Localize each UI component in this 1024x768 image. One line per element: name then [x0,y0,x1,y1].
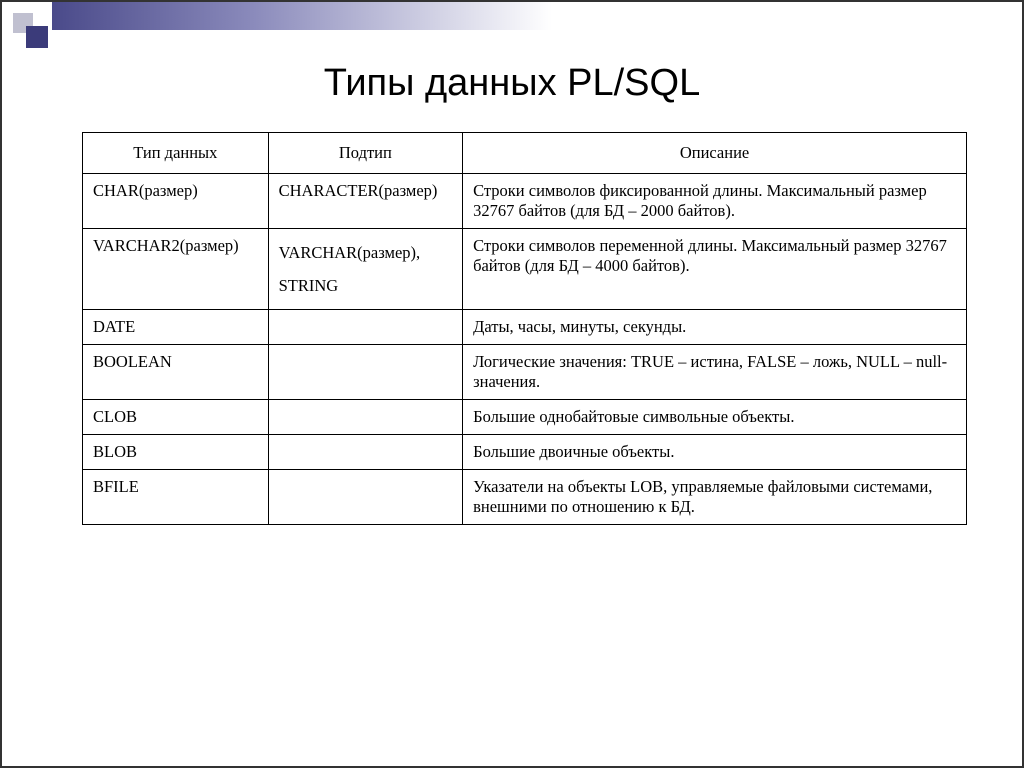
header-type: Тип данных [83,133,269,174]
table-row: CLOB Большие однобайтовые символьные объ… [83,400,967,435]
cell-type: BLOB [83,435,269,470]
table-row: VARCHAR2(размер) VARCHAR(размер), STRING… [83,229,967,310]
cell-description: Строки символов переменной длины. Максим… [463,229,967,310]
cell-subtype [268,435,462,470]
cell-subtype [268,345,462,400]
cell-subtype [268,400,462,435]
cell-description: Даты, часы, минуты, секунды. [463,310,967,345]
table-row: BOOLEAN Логические значения: TRUE – исти… [83,345,967,400]
data-types-table: Тип данных Подтип Описание CHAR(размер) … [82,132,967,525]
cell-type: VARCHAR2(размер) [83,229,269,310]
table-header-row: Тип данных Подтип Описание [83,133,967,174]
cell-type: CHAR(размер) [83,174,269,229]
cell-type: CLOB [83,400,269,435]
cell-type: BOOLEAN [83,345,269,400]
cell-subtype [268,470,462,525]
cell-description: Большие однобайтовые символьные объекты. [463,400,967,435]
cell-type: BFILE [83,470,269,525]
cell-description: Строки символов фиксированной длины. Мак… [463,174,967,229]
cell-description: Большие двоичные объекты. [463,435,967,470]
cell-subtype [268,310,462,345]
table-row: CHAR(размер) CHARACTER(размер) Строки си… [83,174,967,229]
table-row: BFILE Указатели на объекты LOB, управляе… [83,470,967,525]
gradient-bar [52,2,552,30]
table-row: DATE Даты, часы, минуты, секунды. [83,310,967,345]
cell-subtype: CHARACTER(размер) [268,174,462,229]
cell-description: Указатели на объекты LOB, управляемые фа… [463,470,967,525]
cell-type: DATE [83,310,269,345]
data-types-table-container: Тип данных Подтип Описание CHAR(размер) … [82,132,967,525]
table-row: BLOB Большие двоичные объекты. [83,435,967,470]
slide: Типы данных PL/SQL Тип данных Подтип Опи… [0,0,1024,768]
decor-square-dark [26,26,48,48]
slide-title: Типы данных PL/SQL [2,62,1022,105]
slide-decoration [2,2,1022,52]
cell-description: Логические значения: TRUE – истина, FALS… [463,345,967,400]
header-description: Описание [463,133,967,174]
cell-subtype: VARCHAR(размер), STRING [268,229,462,310]
header-subtype: Подтип [268,133,462,174]
